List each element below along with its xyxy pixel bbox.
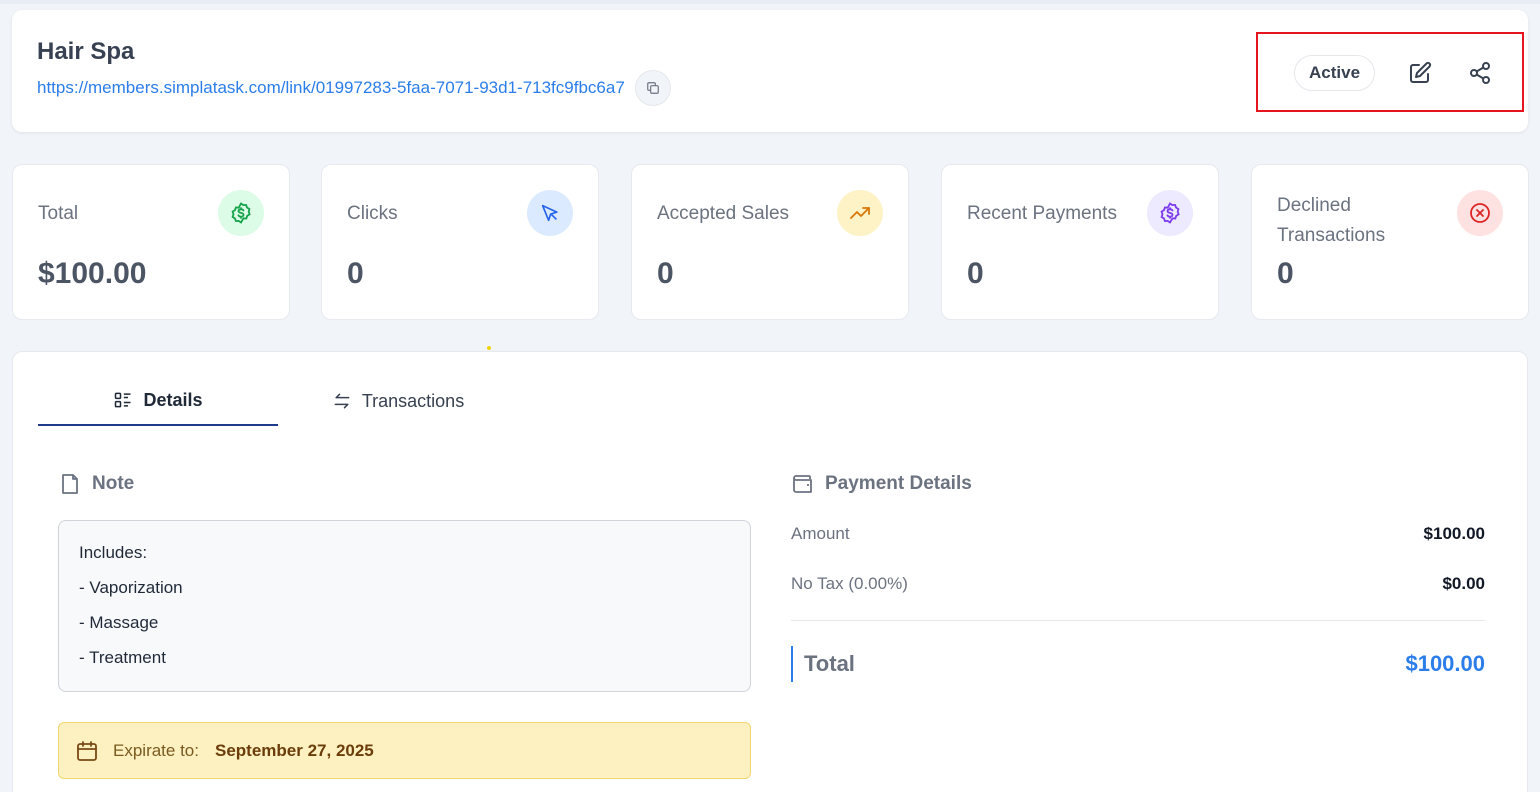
payment-label: No Tax (0.00%): [791, 574, 908, 593]
share-icon: [1470, 62, 1490, 84]
stat-value: 0: [967, 257, 984, 290]
dollar-badge-icon: [218, 190, 264, 236]
payment-value: $100.00: [1423, 524, 1485, 543]
x-circle-icon: [1457, 190, 1503, 236]
copy-icon: [646, 82, 659, 94]
decorative-dot: [487, 346, 491, 350]
page-title: Hair Spa: [37, 38, 135, 65]
edit-button[interactable]: [1406, 59, 1434, 87]
stat-label: Accepted Sales: [657, 203, 790, 224]
stat-card-recent-payments: Recent Payments 0: [941, 164, 1219, 320]
stat-value: 0: [657, 257, 674, 290]
header-card: Hair Spa https://members.simplatask.com/…: [12, 10, 1528, 132]
note-section-title: Note: [58, 472, 134, 496]
stat-value: 0: [1277, 257, 1294, 290]
dollar-badge-icon: [1147, 190, 1193, 236]
top-strip: [0, 0, 1540, 4]
total-label: Total: [804, 651, 855, 676]
status-badge: Active: [1294, 55, 1376, 91]
arrows-exchange-icon: [334, 393, 350, 409]
expiration-banner: Expirate to: September 27, 2025: [58, 722, 751, 779]
trending-up-icon: [837, 190, 883, 236]
divider: [791, 620, 1485, 621]
stat-label: Recent Payments: [967, 203, 1117, 224]
stat-card-declined-transactions: Declined Transactions 0: [1251, 164, 1529, 320]
payment-total-row: Total $100.00: [791, 646, 1485, 682]
tab-label: Transactions: [361, 390, 465, 411]
note-line: - Massage: [79, 613, 159, 632]
tab-details[interactable]: Details: [38, 376, 278, 426]
tab-transactions[interactable]: Transactions: [278, 376, 518, 426]
payment-details-title: Payment Details: [791, 472, 972, 496]
cursor-click-icon: [527, 190, 573, 236]
expiration-date: September 27, 2025: [215, 740, 374, 760]
stat-label: Clicks: [347, 203, 398, 224]
edit-icon: [1410, 61, 1432, 83]
note-content: Includes: - Vaporization - Massage - Tre…: [58, 520, 751, 692]
tab-label: Details: [143, 389, 203, 410]
note-line: - Treatment: [79, 648, 166, 667]
stat-card-accepted-sales: Accepted Sales 0: [631, 164, 909, 320]
note-line: Includes:: [79, 543, 148, 562]
payment-row-tax: No Tax (0.00%) $0.00: [791, 574, 1485, 594]
payment-value: $0.00: [1442, 574, 1485, 593]
action-group-highlight: Active: [1256, 32, 1524, 112]
stat-value: 0: [347, 257, 364, 290]
payment-label: Amount: [791, 524, 850, 543]
share-button[interactable]: [1466, 59, 1494, 87]
note-icon: [62, 474, 78, 494]
copy-link-button[interactable]: [634, 70, 671, 106]
details-panel: Details Transactions Note Includes: - Va…: [12, 351, 1528, 792]
payment-link-url[interactable]: https://members.simplatask.com/link/0199…: [37, 78, 625, 98]
stat-label: Declined Transactions: [1277, 195, 1386, 246]
expiration-label: Expirate to:: [113, 740, 199, 760]
payment-row-amount: Amount $100.00: [791, 524, 1485, 544]
wallet-icon: [793, 475, 812, 493]
stat-card-total: Total $100.00: [12, 164, 290, 320]
calendar-icon: [77, 740, 97, 761]
note-line: - Vaporization: [79, 578, 183, 597]
stat-value: $100.00: [38, 257, 147, 290]
total-value: $100.00: [1405, 651, 1485, 676]
stat-label: Total: [38, 203, 79, 224]
stat-card-clicks: Clicks 0: [321, 164, 599, 320]
link-row: https://members.simplatask.com/link/0199…: [37, 70, 671, 106]
list-details-icon: [115, 392, 131, 408]
